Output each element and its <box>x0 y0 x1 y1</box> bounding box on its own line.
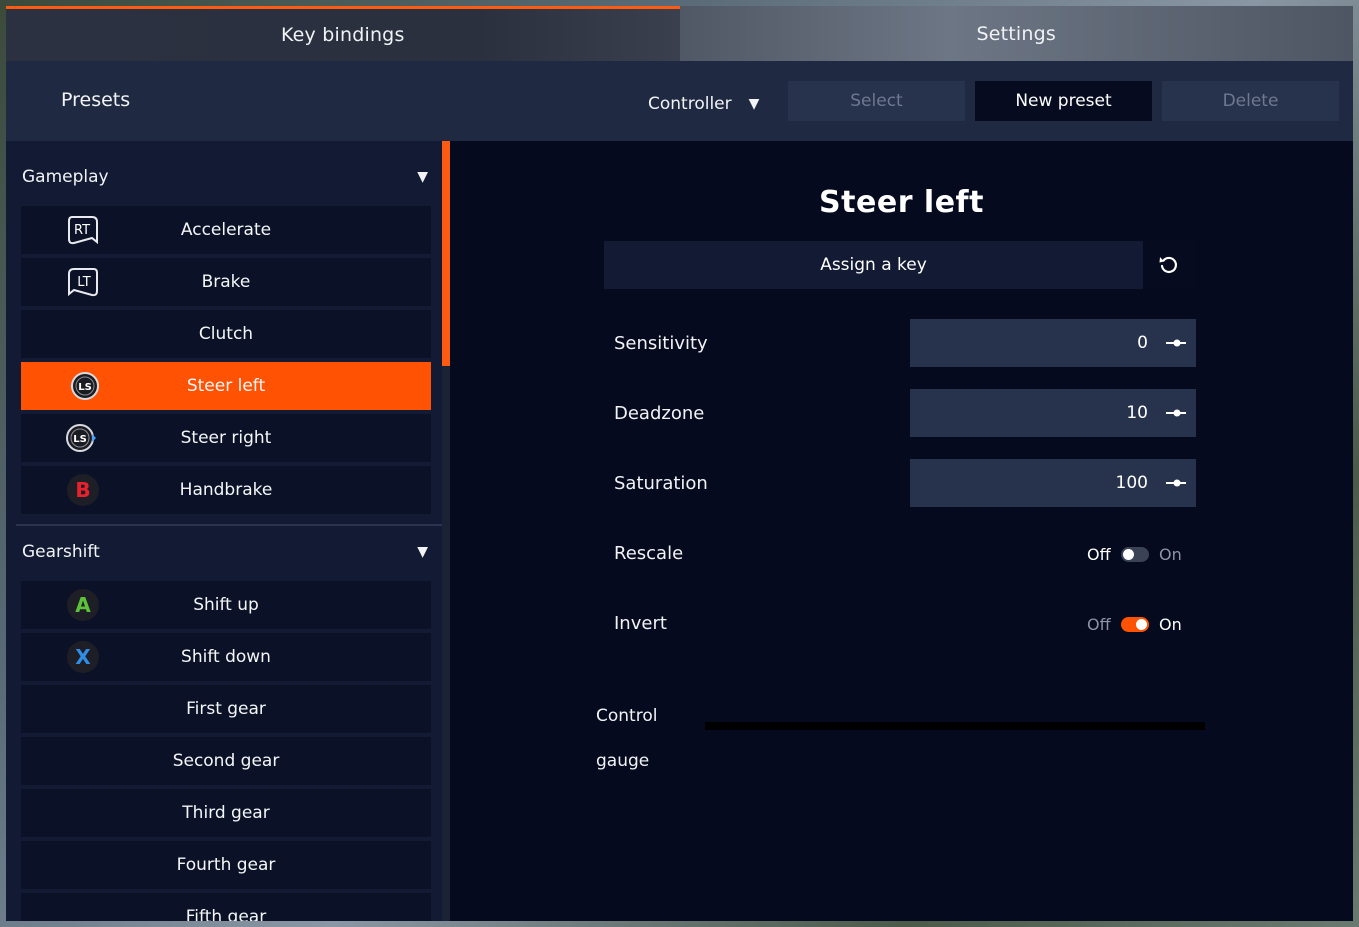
delete-button[interactable]: Delete <box>1162 81 1339 121</box>
binding-detail-panel: Steer left Assign a key Sensitivity 0 De… <box>450 141 1353 921</box>
invert-off-label: Off <box>1087 614 1111 634</box>
reset-icon <box>1159 256 1178 273</box>
rescale-toggle-group: Off On <box>1087 542 1182 566</box>
list-item-label: Shift down <box>181 647 271 667</box>
list-item-second-gear[interactable]: Second gear <box>21 737 431 785</box>
b-button-icon: B <box>67 474 99 506</box>
slider-icon <box>1166 339 1186 347</box>
list-item-label: Clutch <box>198 324 254 344</box>
a-button-icon: A <box>67 589 99 621</box>
slider-icon <box>1166 479 1186 487</box>
control-gauge <box>705 722 1205 730</box>
group-label: Gearshift <box>22 542 100 562</box>
saturation-slider[interactable]: 100 <box>910 459 1196 507</box>
page-title: Steer left <box>819 185 984 220</box>
invert-toggle[interactable] <box>1121 616 1149 632</box>
invert-label: Invert <box>614 613 667 634</box>
deadzone-slider[interactable]: 10 <box>910 389 1196 437</box>
list-item-label: Steer right <box>180 428 272 448</box>
toggle-knob <box>1123 548 1134 560</box>
list-item-label: Brake <box>201 272 251 292</box>
list-item-label: Fourth gear <box>176 855 276 875</box>
slider-icon <box>1166 409 1186 417</box>
rt-trigger-icon: RT <box>68 216 98 245</box>
svg-text:B: B <box>75 478 90 502</box>
list-item-first-gear[interactable]: First gear <box>21 685 431 733</box>
group-label: Gameplay <box>22 167 109 187</box>
svg-text:X: X <box>75 645 91 669</box>
list-item-fourth-gear[interactable]: Fourth gear <box>21 841 431 889</box>
left-stick-left-icon: LS <box>70 372 99 400</box>
presets-title: Presets <box>61 89 131 111</box>
lt-trigger-icon: LT <box>68 268 98 297</box>
tab-key-bindings[interactable]: Key bindings <box>6 6 680 61</box>
presets-bar: Presets Controller ▼ Select New preset D… <box>6 61 1353 141</box>
svg-text:RT: RT <box>74 223 90 238</box>
list-item-clutch[interactable]: Clutch <box>21 310 431 358</box>
list-item-label: Handbrake <box>179 480 273 500</box>
svg-text:LS: LS <box>73 434 87 445</box>
control-gauge-label-2: gauge <box>596 751 650 771</box>
sensitivity-label: Sensitivity <box>614 333 708 354</box>
control-gauge-label: Control <box>596 706 658 726</box>
deadzone-value: 10 <box>1126 403 1148 423</box>
svg-text:LT: LT <box>77 275 90 290</box>
select-button[interactable]: Select <box>788 81 965 121</box>
rescale-on-label: On <box>1159 544 1182 564</box>
list-item-steer-right[interactable]: LS Steer right <box>21 414 431 462</box>
list-scrollbar-thumb[interactable] <box>442 141 450 366</box>
group-header-gearshift[interactable]: Gearshift ▼ <box>6 526 442 578</box>
list-item-fifth-gear[interactable]: Fifth gear <box>21 893 431 921</box>
list-item-shift-up[interactable]: A Shift up <box>21 581 431 629</box>
invert-toggle-group: Off On <box>1087 612 1182 636</box>
tab-settings[interactable]: Settings <box>679 6 1353 61</box>
saturation-label: Saturation <box>614 473 708 494</box>
assign-key-button[interactable]: Assign a key <box>604 241 1143 289</box>
list-item-label: Steer left <box>186 376 266 396</box>
controller-dropdown[interactable]: Controller ▼ <box>648 94 759 114</box>
saturation-value: 100 <box>1115 473 1148 493</box>
list-item-accelerate[interactable]: RT Accelerate <box>21 206 431 254</box>
toggle-knob <box>1136 618 1147 630</box>
list-item-shift-down[interactable]: X Shift down <box>21 633 431 681</box>
list-item-label: Third gear <box>182 803 270 823</box>
bindings-list[interactable]: Gameplay ▼ RT Accelerate LT Brake Clutch <box>6 141 442 921</box>
chevron-down-icon: ▼ <box>748 96 760 112</box>
list-item-label: Second gear <box>172 751 280 771</box>
list-item-label: Shift up <box>193 595 259 615</box>
rescale-label: Rescale <box>614 543 684 564</box>
reset-button[interactable] <box>1143 241 1195 289</box>
controller-dropdown-label: Controller <box>648 94 732 114</box>
sensitivity-slider[interactable]: 0 <box>910 319 1196 367</box>
list-item-label: First gear <box>186 699 266 719</box>
list-item-steer-left[interactable]: LS Steer left <box>21 362 431 410</box>
deadzone-label: Deadzone <box>614 403 705 424</box>
invert-on-label: On <box>1159 614 1182 634</box>
list-item-third-gear[interactable]: Third gear <box>21 789 431 837</box>
sensitivity-value: 0 <box>1137 333 1148 353</box>
rescale-toggle[interactable] <box>1121 546 1149 562</box>
chevron-down-icon: ▼ <box>417 169 428 185</box>
new-preset-button[interactable]: New preset <box>975 81 1152 121</box>
chevron-down-icon: ▼ <box>417 544 428 560</box>
list-item-label: Fifth gear <box>185 907 267 921</box>
key-bindings-window: Key bindings Settings Presets Controller… <box>6 6 1353 921</box>
x-button-icon: X <box>67 641 99 673</box>
svg-text:A: A <box>75 593 91 617</box>
svg-text:LS: LS <box>78 382 92 393</box>
list-item-brake[interactable]: LT Brake <box>21 258 431 306</box>
group-header-gameplay[interactable]: Gameplay ▼ <box>6 151 442 203</box>
rescale-off-label: Off <box>1087 544 1111 564</box>
tab-bar: Key bindings Settings <box>6 6 1353 61</box>
left-stick-right-icon: LS <box>66 424 96 452</box>
list-item-label: Accelerate <box>180 220 272 240</box>
list-item-handbrake[interactable]: B Handbrake <box>21 466 431 514</box>
